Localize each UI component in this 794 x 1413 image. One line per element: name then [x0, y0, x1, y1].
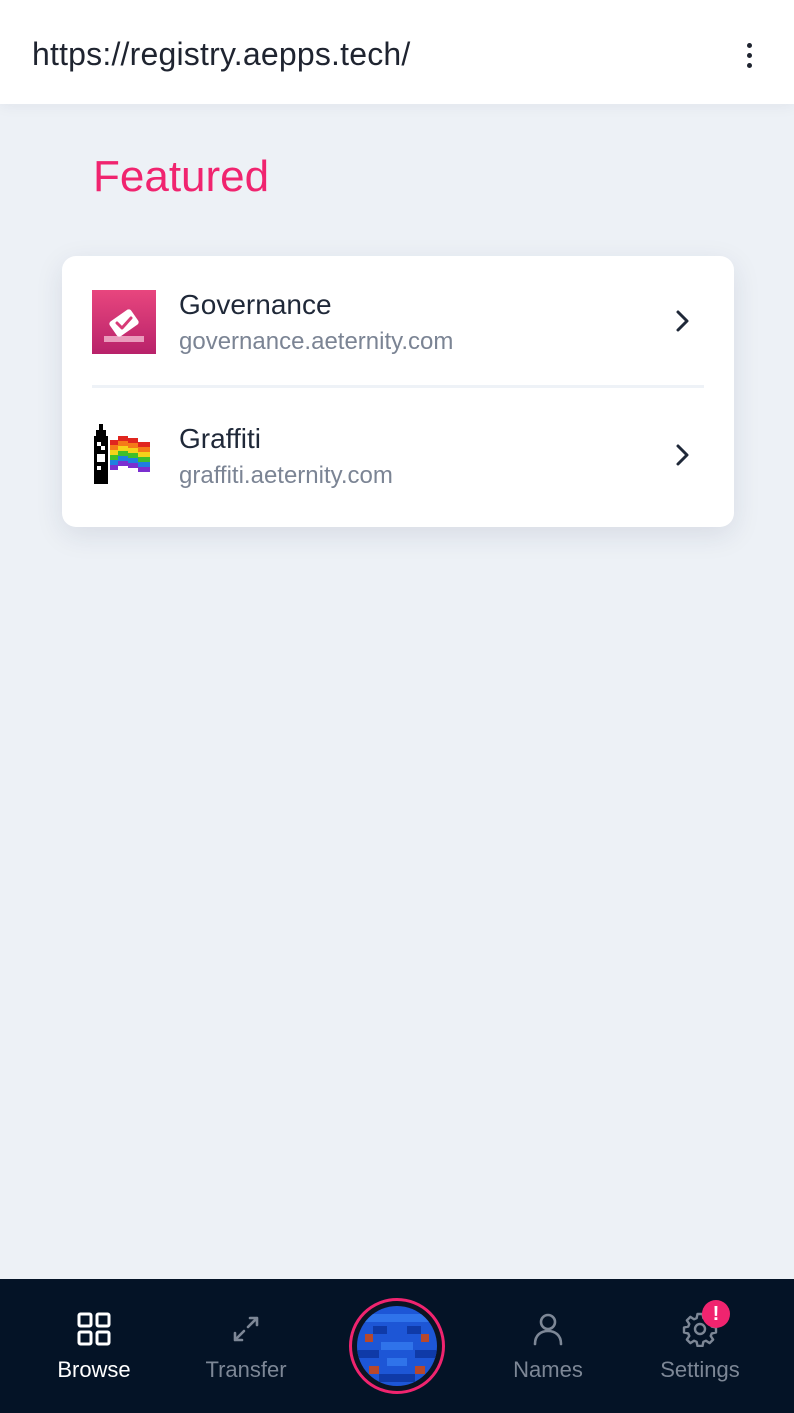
chevron-right-icon — [676, 444, 689, 466]
governance-logo-icon — [92, 290, 156, 354]
list-item-governance[interactable]: Governance governance.aeternity.com — [62, 256, 734, 388]
graffiti-logo-icon — [94, 424, 150, 484]
tab-transfer[interactable]: Transfer — [170, 1279, 322, 1413]
chevron-right-icon — [676, 310, 689, 332]
tab-browse[interactable]: Browse — [18, 1279, 170, 1413]
list-item-graffiti[interactable]: Graffiti graffiti.aeternity.com — [62, 392, 734, 524]
app-url: governance.aeternity.com — [179, 328, 454, 355]
transfer-arrows-icon — [233, 1316, 259, 1342]
identicon-avatar — [357, 1306, 437, 1386]
app-url: graffiti.aeternity.com — [179, 462, 393, 489]
tab-label: Settings — [660, 1357, 740, 1382]
account-avatar-button[interactable] — [349, 1298, 445, 1394]
settings-alert-badge: ! — [702, 1300, 730, 1328]
divider — [92, 385, 704, 388]
grid-icon — [77, 1312, 111, 1346]
tab-label: Names — [513, 1357, 583, 1382]
tab-settings[interactable]: Settings — [624, 1279, 776, 1413]
user-icon — [533, 1313, 563, 1346]
address-bar: https://registry.aepps.tech/ — [0, 0, 794, 104]
featured-heading: Featured — [93, 152, 270, 201]
app-name: Graffiti — [179, 423, 261, 454]
tab-names[interactable]: Names — [472, 1279, 624, 1413]
bottom-tab-bar: Browse Transfer Names Settings — [0, 1279, 794, 1413]
tab-label: Browse — [57, 1357, 131, 1382]
tab-label: Transfer — [205, 1357, 287, 1382]
featured-list: Governance governance.aeternity.com Graf… — [62, 256, 734, 527]
url-text[interactable]: https://registry.aepps.tech/ — [32, 32, 411, 76]
app-name: Governance — [179, 289, 332, 320]
more-options-icon[interactable] — [732, 36, 766, 74]
